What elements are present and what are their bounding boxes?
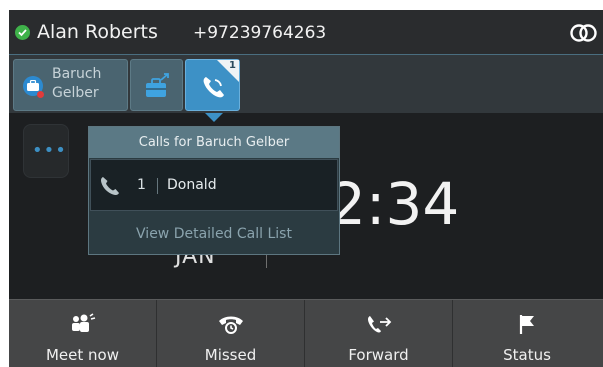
tab-baruch-gelber[interactable]: Baruch Gelber [13, 59, 128, 111]
missed-call-icon [218, 316, 243, 334]
forward-icon [367, 316, 391, 333]
more-button[interactable]: ••• [23, 124, 69, 178]
softkey-label: Meet now [45, 346, 119, 364]
caller-name: Donald [167, 177, 217, 193]
tab-calls[interactable]: 1 [185, 59, 240, 111]
tab-briefcase[interactable] [130, 59, 183, 111]
call-separator [157, 178, 158, 194]
tab-label: Baruch Gelber [52, 66, 102, 101]
missed-button[interactable]: Missed [157, 300, 305, 367]
clock-time: 2:34 [329, 170, 460, 238]
call-list-item[interactable]: 1 Donald [90, 159, 338, 211]
flag-icon [519, 315, 534, 334]
user-name: Alan Roberts [37, 21, 158, 43]
meet-now-button[interactable]: Meet now [9, 300, 157, 367]
softkey-bar: Meet now Missed Forward Status [9, 299, 603, 367]
user-number: +97239764263 [193, 23, 327, 43]
briefcase-transfer-icon [146, 73, 169, 97]
calls-popup: Calls for Baruch Gelber 1 Donald View De… [88, 126, 340, 255]
popup-title: Calls for Baruch Gelber [89, 127, 339, 158]
handset-icon [101, 177, 119, 195]
busy-status-dot [37, 91, 44, 98]
status-button[interactable]: Status [453, 300, 601, 367]
tab-pointer [205, 113, 223, 122]
meet-now-icon [71, 313, 95, 332]
status-bar: Alan Roberts +97239764263 [9, 10, 603, 55]
linked-rings-icon [570, 24, 597, 42]
presence-available-icon [15, 25, 30, 40]
softkey-label: Forward [348, 346, 409, 364]
line-tabs: Baruch Gelber 1 [9, 55, 603, 113]
softkey-label: Missed [204, 346, 257, 364]
call-count-badge: 1 [229, 60, 236, 71]
call-count: 1 [137, 177, 146, 193]
phone-screen: Alan Roberts +97239764263 Baruch Gelber [9, 10, 603, 367]
softkey-label: Status [503, 346, 551, 364]
more-dots-icon: ••• [32, 140, 67, 161]
view-detailed-call-list-link[interactable]: View Detailed Call List [89, 215, 339, 253]
forward-button[interactable]: Forward [305, 300, 453, 367]
